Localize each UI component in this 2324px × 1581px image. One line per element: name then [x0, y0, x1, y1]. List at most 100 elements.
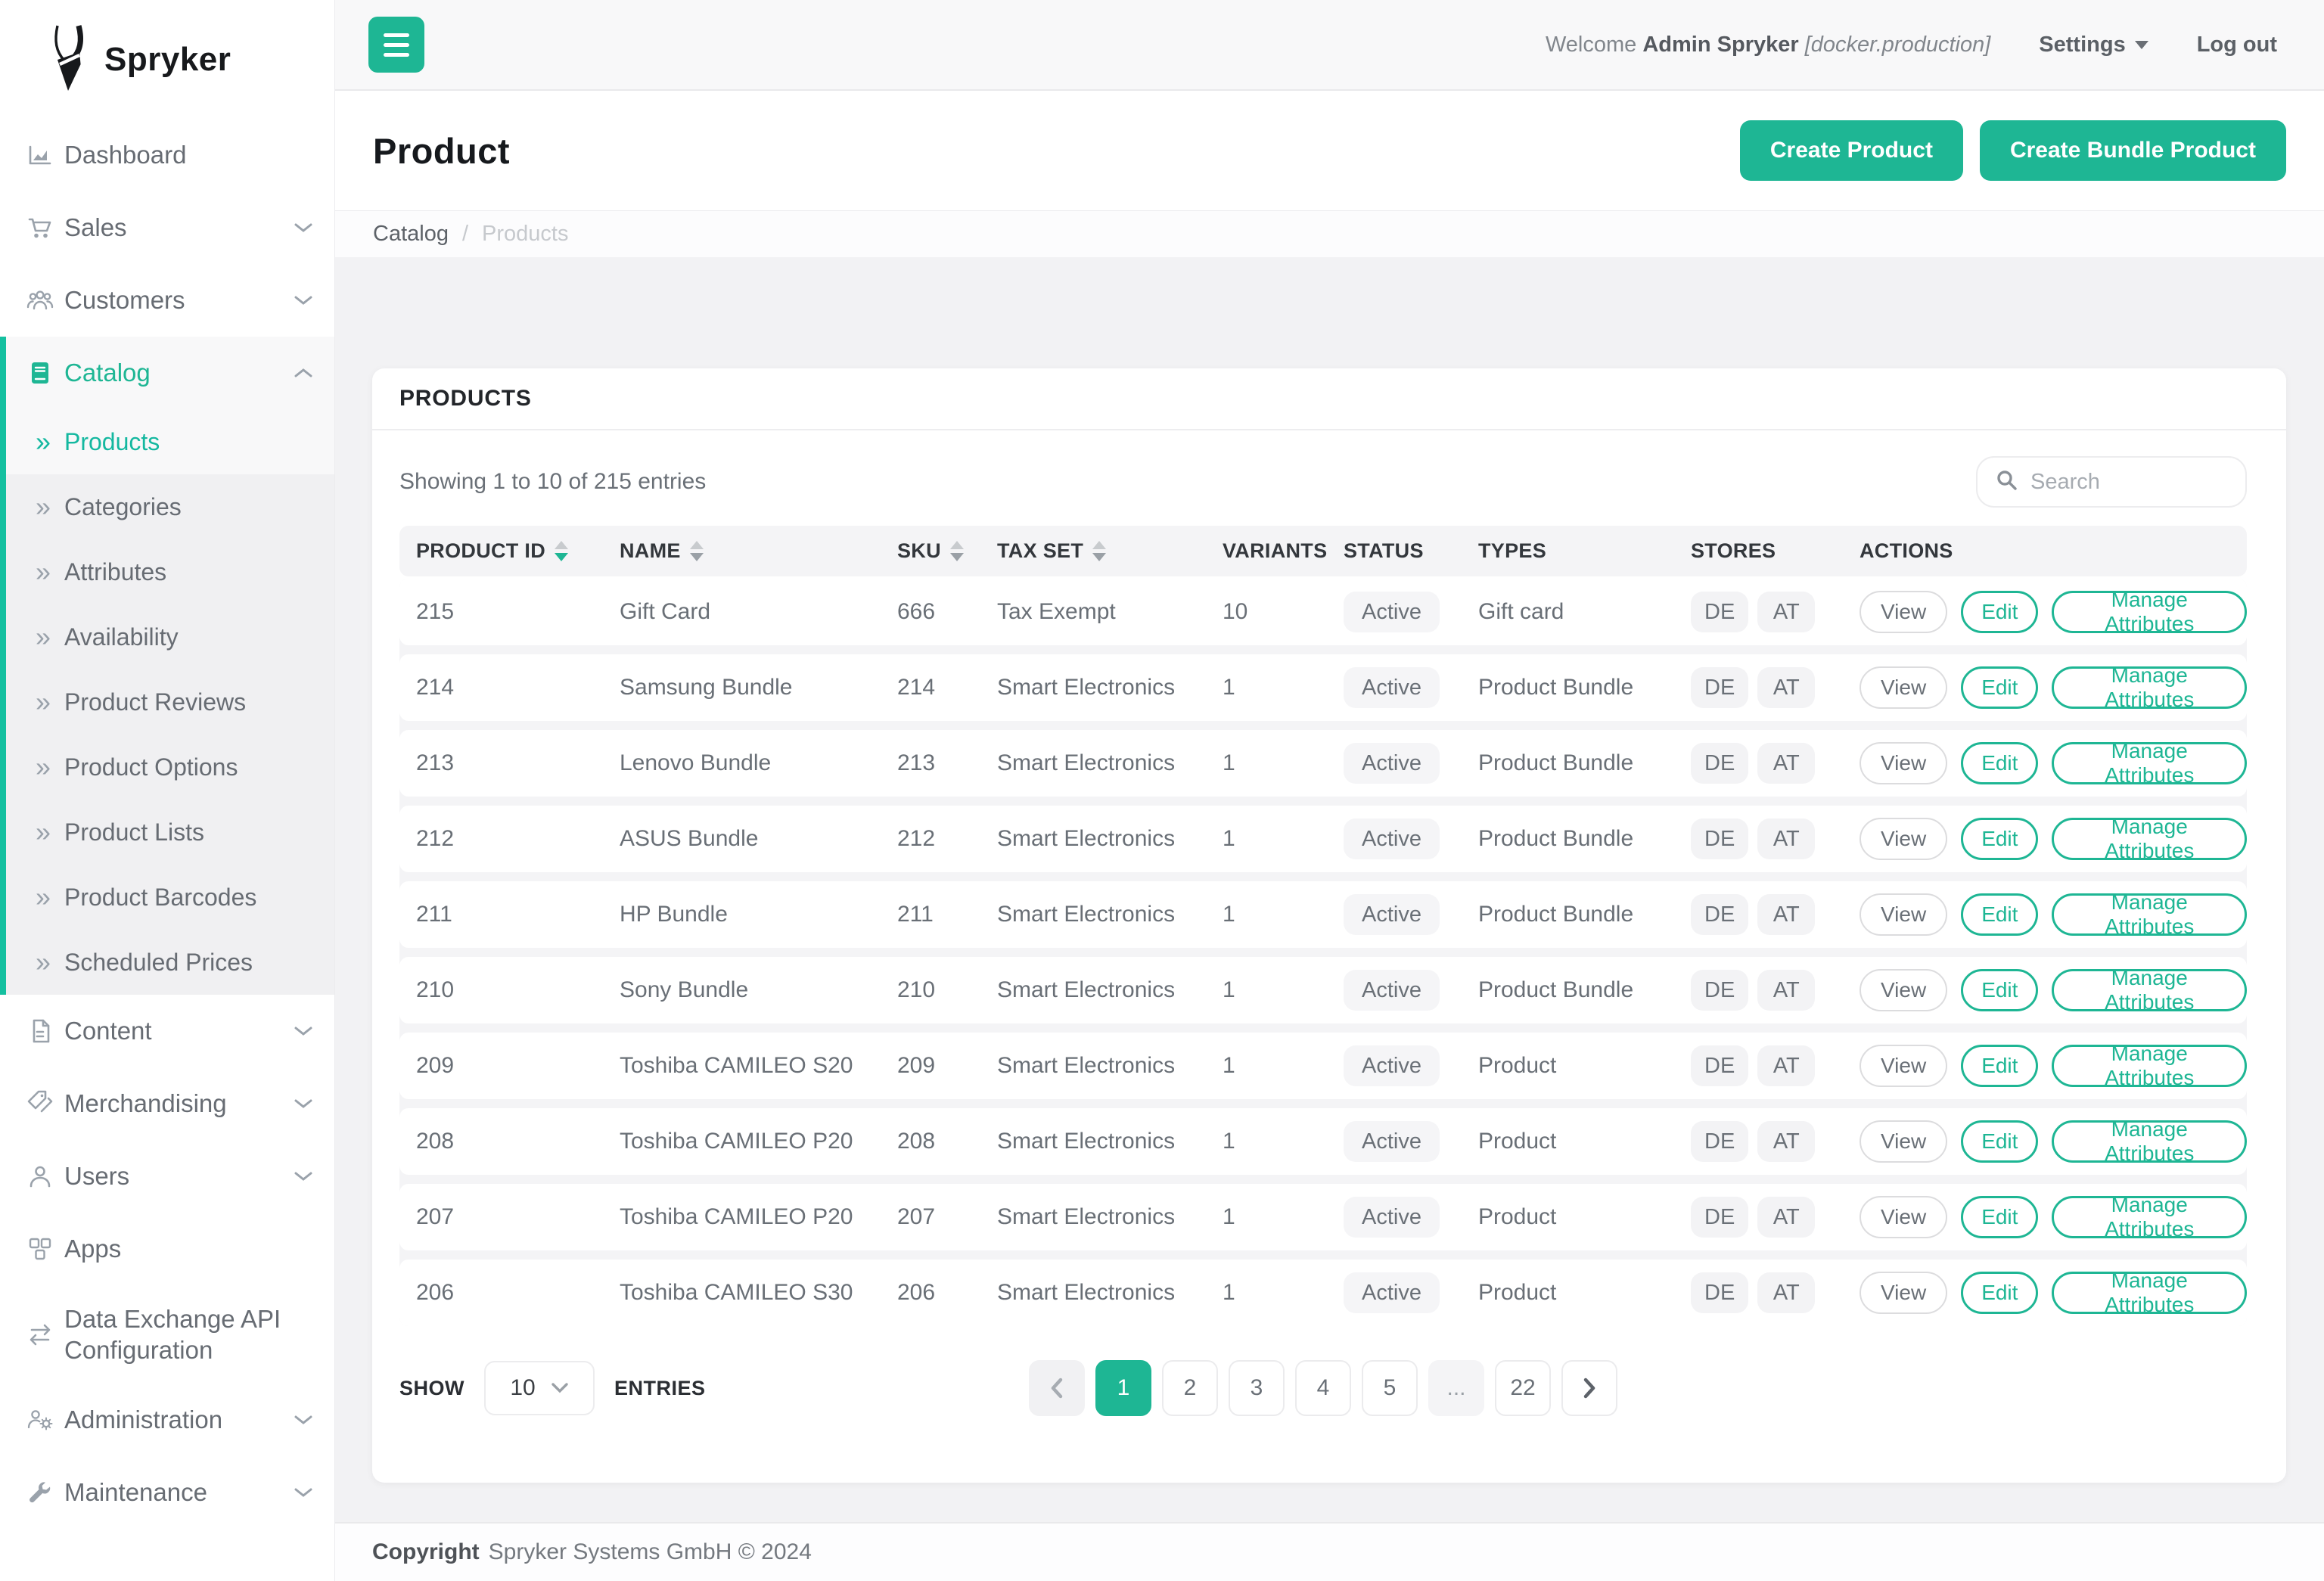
sidebar-item-attributes[interactable]: » Attributes	[0, 539, 334, 604]
sidebar-item-merchandising[interactable]: Merchandising	[0, 1067, 334, 1140]
view-button[interactable]: View	[1860, 666, 1948, 709]
manage-attributes-button[interactable]: Manage Attributes	[2052, 1042, 2247, 1089]
sidebar-item-products[interactable]: » Products	[0, 409, 334, 474]
logout-link[interactable]: Log out	[2197, 33, 2277, 57]
sidebar-item-content[interactable]: Content	[0, 995, 334, 1067]
view-button[interactable]: View	[1860, 969, 1948, 1011]
manage-attributes-button[interactable]: Manage Attributes	[2052, 815, 2247, 862]
content-area: PRODUCTS Showing 1 to 10 of 215 entries …	[335, 257, 2324, 1522]
sidebar-item-product-reviews[interactable]: » Product Reviews	[0, 669, 334, 735]
cell-name: Toshiba CAMILEO S30	[620, 1280, 853, 1305]
edit-button[interactable]: Edit	[1961, 893, 2039, 936]
cell-product-id: 210	[416, 977, 455, 1002]
sidebar-item-product-options[interactable]: » Product Options	[0, 735, 334, 800]
search-box	[1976, 456, 2247, 508]
sidebar-item-dashboard[interactable]: Dashboard	[0, 119, 334, 191]
column-header-name[interactable]: NAME	[603, 539, 881, 563]
column-header-sku[interactable]: SKU	[881, 539, 980, 563]
sidebar-item-availability[interactable]: » Availability	[0, 604, 334, 669]
status-badge: Active	[1344, 1045, 1440, 1086]
table-row: 207 Toshiba CAMILEO P20 207 Smart Electr…	[399, 1184, 2247, 1250]
sidebar-item-sales[interactable]: Sales	[0, 191, 334, 264]
edit-button[interactable]: Edit	[1961, 1272, 2039, 1314]
edit-button[interactable]: Edit	[1961, 591, 2039, 633]
store-badge: DE	[1691, 1272, 1749, 1313]
manage-attributes-button[interactable]: Manage Attributes	[2052, 966, 2247, 1014]
column-label: PRODUCT ID	[416, 539, 545, 562]
sidebar-item-customers[interactable]: Customers	[0, 264, 334, 337]
page-button-3[interactable]: 3	[1229, 1360, 1285, 1416]
cell-sku: 206	[897, 1280, 936, 1305]
sidebar-item-apps[interactable]: Apps	[0, 1213, 334, 1285]
view-button[interactable]: View	[1860, 1120, 1948, 1163]
sidebar-item-categories[interactable]: » Categories	[0, 474, 334, 539]
view-button[interactable]: View	[1860, 1045, 1948, 1087]
manage-attributes-button[interactable]: Manage Attributes	[2052, 588, 2247, 635]
manage-attributes-button[interactable]: Manage Attributes	[2052, 1269, 2247, 1316]
edit-button[interactable]: Edit	[1961, 742, 2039, 784]
column-label: SKU	[897, 539, 941, 562]
edit-button[interactable]: Edit	[1961, 666, 2039, 709]
page-button-22[interactable]: 22	[1495, 1360, 1551, 1416]
sidebar-item-data-exchange-api-configuration[interactable]: Data Exchange API Configuration	[0, 1285, 334, 1384]
status-badge: Active	[1344, 970, 1440, 1011]
manage-attributes-button[interactable]: Manage Attributes	[2052, 1117, 2247, 1165]
sidebar-item-label: Maintenance	[64, 1478, 207, 1507]
cell-tax-set: Smart Electronics	[997, 675, 1176, 700]
column-header-variants: VARIANTS	[1206, 539, 1327, 563]
page-button-2[interactable]: 2	[1162, 1360, 1218, 1416]
manage-attributes-button[interactable]: Manage Attributes	[2052, 663, 2247, 711]
create-product-button[interactable]: Create Product	[1739, 120, 1963, 181]
menu-toggle-button[interactable]	[368, 17, 424, 73]
sidebar-item-label: Apps	[64, 1235, 122, 1263]
page-button-4[interactable]: 4	[1295, 1360, 1351, 1416]
manage-attributes-button[interactable]: Manage Attributes	[2052, 1193, 2247, 1241]
sidebar-item-product-lists[interactable]: » Product Lists	[0, 800, 334, 865]
view-button[interactable]: View	[1860, 742, 1948, 784]
cell-type: Product Bundle	[1478, 977, 1634, 1002]
double-chevron-right-icon: »	[36, 491, 51, 522]
search-input[interactable]	[2030, 469, 2229, 495]
view-button[interactable]: View	[1860, 818, 1948, 860]
column-header-tax-set[interactable]: TAX SET	[980, 539, 1206, 563]
settings-label: Settings	[2039, 32, 2126, 57]
edit-button[interactable]: Edit	[1961, 1045, 2039, 1087]
cell-tax-set: Smart Electronics	[997, 1129, 1176, 1154]
page-button-1[interactable]: 1	[1095, 1360, 1151, 1416]
sidebar-item-label: Users	[64, 1162, 130, 1191]
view-button[interactable]: View	[1860, 591, 1948, 633]
edit-button[interactable]: Edit	[1961, 1196, 2039, 1238]
spryker-logo[interactable]: Spryker	[0, 0, 334, 119]
view-button[interactable]: View	[1860, 893, 1948, 936]
sidebar-item-administration[interactable]: Administration	[0, 1384, 334, 1456]
column-label: STORES	[1691, 539, 1776, 562]
page-button-5[interactable]: 5	[1362, 1360, 1418, 1416]
cell-sku: 208	[897, 1129, 936, 1154]
manage-attributes-button[interactable]: Manage Attributes	[2052, 739, 2247, 787]
create-bundle-product-button[interactable]: Create Bundle Product	[1979, 120, 2286, 181]
sidebar-item-users[interactable]: Users	[0, 1140, 334, 1213]
chevron-down-icon	[294, 222, 313, 234]
column-header-product-id[interactable]: PRODUCT ID	[399, 539, 603, 563]
sidebar-item-product-barcodes[interactable]: » Product Barcodes	[0, 865, 334, 930]
sidebar-item-catalog[interactable]: Catalog	[0, 337, 334, 409]
manage-attributes-button[interactable]: Manage Attributes	[2052, 890, 2247, 938]
settings-menu[interactable]: Settings	[2039, 33, 2148, 57]
store-badge: DE	[1691, 1045, 1749, 1086]
sidebar-item-scheduled-prices[interactable]: » Scheduled Prices	[0, 930, 334, 995]
page-size-select[interactable]: 10	[484, 1361, 595, 1415]
cell-name: Toshiba CAMILEO P20	[620, 1204, 853, 1229]
edit-button[interactable]: Edit	[1961, 818, 2039, 860]
cell-tax-set: Smart Electronics	[997, 977, 1176, 1002]
edit-button[interactable]: Edit	[1961, 969, 2039, 1011]
edit-button[interactable]: Edit	[1961, 1120, 2039, 1163]
next-page-button[interactable]	[1561, 1360, 1617, 1416]
previous-page-button[interactable]	[1029, 1360, 1085, 1416]
sidebar-item-maintenance[interactable]: Maintenance	[0, 1456, 334, 1529]
breadcrumb-catalog[interactable]: Catalog	[373, 222, 449, 247]
welcome-prefix: Welcome	[1545, 32, 1637, 57]
table-row: 214 Samsung Bundle 214 Smart Electronics…	[399, 654, 2247, 721]
view-button[interactable]: View	[1860, 1196, 1948, 1238]
view-button[interactable]: View	[1860, 1272, 1948, 1314]
status-badge: Active	[1344, 1121, 1440, 1162]
